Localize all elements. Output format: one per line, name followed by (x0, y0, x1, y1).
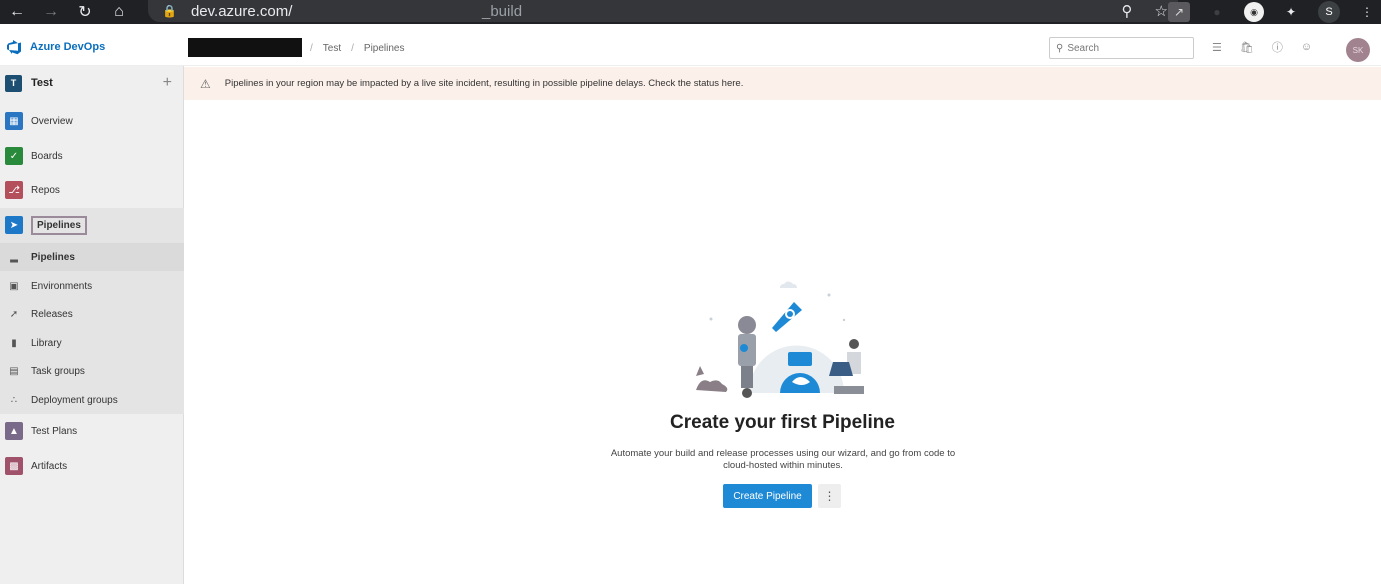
pipelines-bars-icon: ▂ (10, 251, 18, 263)
sidebar-item-label: Releases (31, 308, 73, 320)
sidebar-subitem-task-groups[interactable]: ▤ Task groups (0, 357, 184, 385)
page-title: Create your first Pipeline (670, 412, 895, 433)
pipelines-rocket-icon: ➤ (5, 216, 23, 234)
azure-devops-logo-icon (7, 40, 21, 55)
extension-icon[interactable]: ● (1206, 2, 1228, 22)
sidebar-item-label: Repos (31, 184, 60, 196)
search-placeholder: Search (1067, 42, 1100, 54)
incident-banner: ⚠ Pipelines in your region may be impact… (184, 67, 1381, 100)
sidebar-subitem-deployment-groups[interactable]: ∴ Deployment groups (0, 386, 184, 414)
sidebar-item-label: Artifacts (31, 460, 68, 472)
lock-icon: 🔒 (162, 4, 177, 18)
project-tile: T (5, 74, 22, 92)
url-path: _build (482, 2, 523, 20)
repos-icon: ⎇ (5, 181, 23, 199)
reload-icon[interactable]: ↻ (68, 0, 102, 24)
sidebar-item-label: Boards (31, 150, 63, 162)
banner-text: Pipelines in your region may be impacted… (224, 78, 744, 89)
app-header: Azure DevOps / Test / Pipelines ⚲ Search… (0, 30, 1381, 66)
product-name: Azure DevOps (30, 41, 106, 53)
sidebar-subitem-environments[interactable]: ▣ Environments (0, 272, 184, 300)
breadcrumb-separator: / (310, 43, 313, 54)
main-content: Create your first Pipeline Automate your… (184, 100, 1381, 584)
sidebar-item-label: Task groups (31, 365, 85, 377)
breadcrumb-pipelines[interactable]: Pipelines (364, 43, 405, 54)
warning-icon: ⚠ (200, 76, 211, 91)
breadcrumb-project[interactable]: Test (323, 43, 341, 54)
sidebar-item-repos[interactable]: ⎇ Repos (0, 176, 184, 204)
sidebar-item-label: Pipelines (31, 215, 87, 235)
puzzle-icon[interactable]: ✦ (1280, 2, 1302, 22)
sidebar-subitem-releases[interactable]: ➚ Releases (0, 300, 184, 328)
list-icon[interactable]: ☰ (1212, 41, 1222, 54)
sidebar-item-label: Deployment groups (31, 394, 118, 406)
user-settings-icon[interactable]: ☺ (1301, 41, 1312, 53)
task-groups-icon: ▤ (9, 365, 19, 377)
circle-extension-icon[interactable]: ◉ (1244, 2, 1264, 22)
sidebar-item-label: Library (31, 337, 62, 349)
menu-icon[interactable]: ⋮ (1356, 2, 1378, 22)
home-icon[interactable]: ⌂ (102, 0, 136, 24)
sidebar: T Test + ▦ Overview ✓ Boards ⎇ Repos ➤ P… (0, 66, 184, 584)
boards-icon: ✓ (5, 147, 23, 165)
more-options-icon[interactable]: ⋮ (818, 484, 841, 508)
sidebar-item-label: Pipelines (31, 251, 75, 263)
create-pipeline-button[interactable]: Create Pipeline (723, 484, 812, 508)
avatar[interactable]: SK (1346, 38, 1370, 62)
redacted-org-name (188, 38, 302, 57)
releases-rocket-icon: ➚ (9, 308, 19, 320)
artifacts-icon: ▩ (5, 457, 23, 475)
sidebar-item-overview[interactable]: ▦ Overview (0, 107, 184, 135)
sidebar-subitem-library[interactable]: ▮ Library (0, 329, 184, 357)
overview-icon: ▦ (5, 112, 23, 130)
sidebar-subitem-pipelines[interactable]: ▂ Pipelines (0, 243, 184, 271)
breadcrumb: / Test / Pipelines (310, 43, 405, 54)
marketplace-bag-icon[interactable]: 🛍 (1240, 41, 1254, 54)
sidebar-item-label: Test Plans (31, 425, 78, 437)
url-host: dev.azure.com/ (190, 2, 293, 20)
profile-icon[interactable]: S (1318, 1, 1340, 23)
breadcrumb-separator: / (351, 43, 354, 54)
search-input[interactable]: ⚲ Search (1049, 37, 1194, 59)
project-name: Test (31, 77, 53, 89)
address-bar[interactable]: 🔒 dev.azure.com/ _build ⚲ ☆ (148, 0, 1178, 22)
sidebar-item-boards[interactable]: ✓ Boards (0, 142, 184, 170)
azure-devops-logo[interactable]: Azure DevOps (6, 39, 105, 55)
deployment-groups-icon: ∴ (10, 394, 18, 406)
pipeline-illustration (696, 281, 864, 398)
back-arrow-icon[interactable]: ← (0, 0, 34, 24)
zoom-icon[interactable]: ⚲ (1122, 2, 1133, 20)
sidebar-item-label: Environments (31, 280, 93, 292)
page-description: Automate your build and release processe… (610, 448, 956, 471)
sidebar-item-pipelines[interactable]: ➤ Pipelines (0, 211, 184, 239)
help-icon[interactable]: ⓘ (1272, 39, 1283, 55)
test-plans-flask-icon: ▲ (5, 422, 23, 440)
add-icon[interactable]: + (163, 74, 172, 92)
pdf-extension-icon[interactable]: ↗ (1168, 2, 1190, 22)
forward-arrow-icon[interactable]: → (34, 0, 68, 24)
project-switcher[interactable]: T Test + (0, 66, 184, 100)
environments-icon: ▣ (9, 280, 19, 292)
library-icon: ▮ (11, 337, 17, 349)
search-icon: ⚲ (1056, 42, 1064, 54)
star-icon[interactable]: ☆ (1155, 2, 1168, 20)
sidebar-item-label: Overview (31, 115, 73, 127)
sidebar-item-artifacts[interactable]: ▩ Artifacts (0, 452, 184, 480)
sidebar-item-test-plans[interactable]: ▲ Test Plans (0, 417, 184, 445)
